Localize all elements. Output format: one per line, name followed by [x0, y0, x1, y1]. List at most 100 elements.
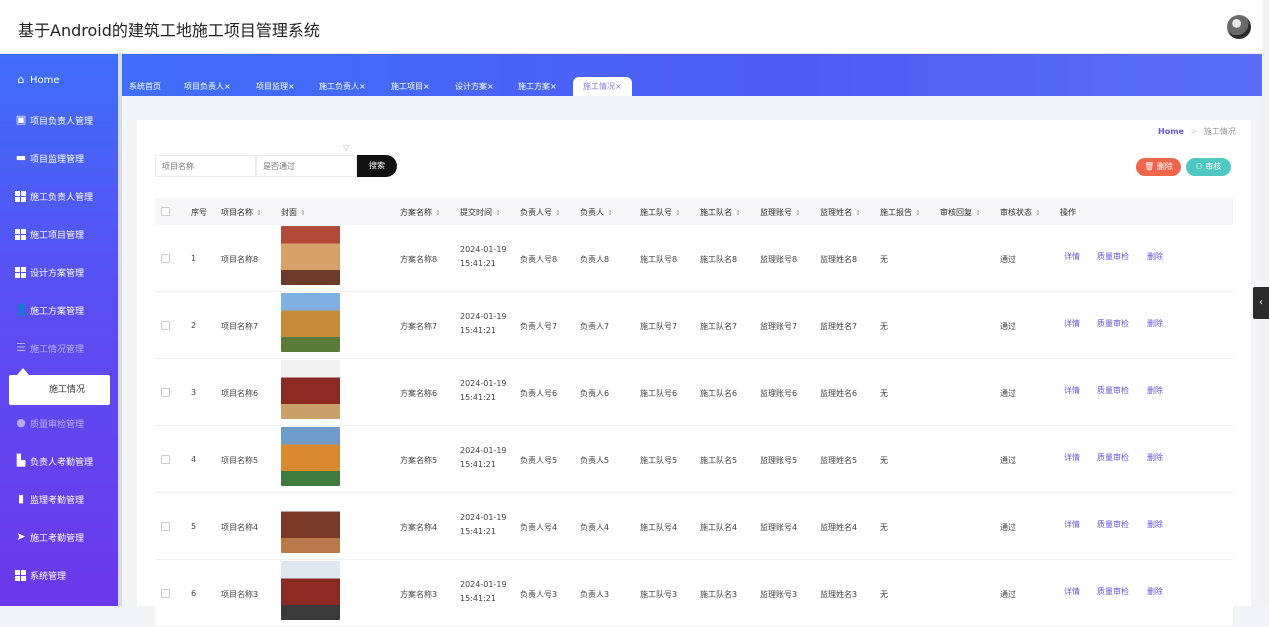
tab-design-plan[interactable]: 设计方案× — [455, 77, 494, 96]
detail-link[interactable]: 详情 — [1064, 318, 1080, 329]
breadcrumb: Home > 施工情况 — [1158, 126, 1236, 137]
tab-supervisor[interactable]: 项目监理× — [256, 77, 295, 96]
cell-project: 项目名称4 — [221, 523, 259, 532]
tab-construction-leader[interactable]: 施工负责人× — [319, 77, 366, 96]
column-header[interactable]: 序号 — [191, 207, 207, 218]
detail-link[interactable]: 详情 — [1064, 385, 1080, 396]
cell-team: 施工队名8 — [700, 255, 738, 264]
sidebar: ⌂ Home ▣ 项目负责人管理 ▬ 项目监理管理 施工负责人管理 施工项目管理… — [0, 54, 118, 606]
delete-link[interactable]: 删除 — [1147, 519, 1163, 530]
column-header[interactable]: 负责人 ⇕ — [580, 207, 613, 218]
column-header[interactable]: 方案名称 ⇕ — [400, 207, 441, 218]
delete-link[interactable]: 删除 — [1147, 586, 1163, 597]
sidebar-item-design-plan[interactable]: 设计方案管理 — [0, 253, 118, 291]
row-checkbox[interactable] — [161, 589, 170, 598]
cell-team-no: 施工队号4 — [640, 523, 678, 532]
row-checkbox[interactable] — [161, 254, 170, 263]
tab-home[interactable]: 系统首页 — [129, 77, 161, 96]
cell-no: 2 — [191, 321, 197, 330]
cell-status: 通过 — [1000, 590, 1016, 599]
submenu-item-construction-status[interactable]: 施工情况 — [9, 375, 110, 405]
sidebar-item-construction-plan[interactable]: 👤 施工方案管理 — [0, 291, 118, 329]
delete-link[interactable]: 删除 — [1147, 318, 1163, 329]
column-header[interactable]: 施工队名 ⇕ — [700, 207, 741, 218]
quality-audit-link[interactable]: 质量审检 — [1097, 318, 1129, 329]
column-header[interactable]: 监理姓名 ⇕ — [820, 207, 861, 218]
column-header[interactable]: 施工报告 ⇕ — [880, 207, 921, 218]
sidebar-item-label: 项目负责人管理 — [30, 116, 94, 127]
cover-image — [281, 360, 340, 419]
column-header[interactable]: 负责人号 ⇕ — [520, 207, 561, 218]
cell-report: 无 — [880, 456, 888, 465]
cell-plan: 方案名称4 — [400, 523, 438, 532]
quality-audit-link[interactable]: 质量审检 — [1097, 519, 1129, 530]
detail-link[interactable]: 详情 — [1064, 251, 1080, 262]
tab-project-leader[interactable]: 项目负责人× — [184, 77, 231, 96]
quality-audit-link[interactable]: 质量审检 — [1097, 251, 1129, 262]
sidebar-item-project-leader[interactable]: ▣ 项目负责人管理 — [0, 101, 118, 139]
select-all-checkbox[interactable] — [161, 207, 170, 216]
delete-link[interactable]: 删除 — [1147, 452, 1163, 463]
delete-link[interactable]: 删除 — [1147, 385, 1163, 396]
sidebar-item-supervisor-attendance[interactable]: ▮ 监理考勤管理 — [0, 480, 118, 518]
sidebar-item-system[interactable]: 系统管理 — [0, 556, 118, 594]
column-header[interactable]: 项目名称 ⇕ — [221, 207, 262, 218]
cell-date: 2024-01-19 — [460, 580, 507, 589]
quality-audit-link[interactable]: 质量审检 — [1097, 452, 1129, 463]
sort-icon: ⇕ — [975, 209, 981, 217]
detail-link[interactable]: 详情 — [1064, 586, 1080, 597]
breadcrumb-home[interactable]: Home — [1158, 127, 1184, 136]
search-button[interactable]: 搜索 — [357, 155, 397, 177]
sidebar-item-quality-audit[interactable]: ● 质量审检管理 — [0, 404, 118, 442]
cell-sup-name: 监理姓名4 — [820, 523, 858, 532]
cell-leader-no: 负责人号7 — [520, 322, 558, 331]
cover-image — [281, 494, 340, 553]
sort-icon: ⇕ — [607, 209, 613, 217]
sidebar-item-construction-status[interactable]: ☰ 施工情况管理 — [0, 329, 118, 367]
column-header[interactable]: 提交时间 ⇕ — [460, 207, 501, 218]
send-icon: ➤ — [16, 530, 26, 543]
column-header[interactable]: 审核状态 ⇕ — [1000, 207, 1041, 218]
sidebar-item-leader-attendance[interactable]: ▙ 负责人考勤管理 — [0, 442, 118, 480]
column-header[interactable]: 封面 ⇕ — [281, 207, 306, 218]
sidebar-item-home[interactable]: ⌂ Home — [0, 61, 118, 99]
column-header[interactable]: 审核回复 ⇕ — [940, 207, 981, 218]
cell-sup-name: 监理姓名5 — [820, 456, 858, 465]
sort-icon: ⇕ — [675, 209, 681, 217]
quality-audit-link[interactable]: 质量审检 — [1097, 385, 1129, 396]
sidebar-item-label: 系统管理 — [30, 571, 67, 582]
project-name-input[interactable] — [155, 155, 256, 177]
detail-link[interactable]: 详情 — [1064, 519, 1080, 530]
sidebar-scrollbar[interactable] — [118, 54, 122, 606]
row-checkbox[interactable] — [161, 522, 170, 531]
chevron-left-icon[interactable]: ‹ — [1253, 287, 1269, 319]
cell-sup-acc: 监理账号3 — [760, 590, 798, 599]
delete-button[interactable]: 🗑 删除 — [1136, 158, 1181, 176]
row-checkbox[interactable] — [161, 455, 170, 464]
avatar[interactable] — [1227, 15, 1251, 39]
detail-link[interactable]: 详情 — [1064, 452, 1080, 463]
tab-construction-status[interactable]: 施工情况× — [573, 77, 632, 96]
cell-team: 施工队名3 — [700, 590, 738, 599]
cell-no: 1 — [191, 254, 197, 263]
tab-construction-project[interactable]: 施工项目× — [391, 77, 430, 96]
cell-report: 无 — [880, 389, 888, 398]
cell-time: 15:41:21 — [460, 460, 496, 469]
sidebar-item-construction-attendance[interactable]: ➤ 施工考勤管理 — [0, 518, 118, 556]
bulb-icon: ● — [16, 416, 26, 429]
audit-button[interactable]: ⚇ 审核 — [1186, 158, 1231, 176]
row-checkbox[interactable] — [161, 388, 170, 397]
pass-status-input[interactable] — [256, 155, 357, 177]
sidebar-item-construction-leader[interactable]: 施工负责人管理 — [0, 177, 118, 215]
cell-sup-acc: 监理账号7 — [760, 322, 798, 331]
chart-icon: ▙ — [16, 454, 26, 467]
tab-construction-plan[interactable]: 施工方案× — [518, 77, 557, 96]
delete-link[interactable]: 删除 — [1147, 251, 1163, 262]
sidebar-item-construction-project[interactable]: 施工项目管理 — [0, 215, 118, 253]
quality-audit-link[interactable]: 质量审检 — [1097, 586, 1129, 597]
column-header[interactable]: 施工队号 ⇕ — [640, 207, 681, 218]
sidebar-item-supervisor[interactable]: ▬ 项目监理管理 — [0, 139, 118, 177]
sidebar-item-label: 监理考勤管理 — [30, 495, 85, 506]
column-header[interactable]: 监理账号 ⇕ — [760, 207, 801, 218]
row-checkbox[interactable] — [161, 321, 170, 330]
